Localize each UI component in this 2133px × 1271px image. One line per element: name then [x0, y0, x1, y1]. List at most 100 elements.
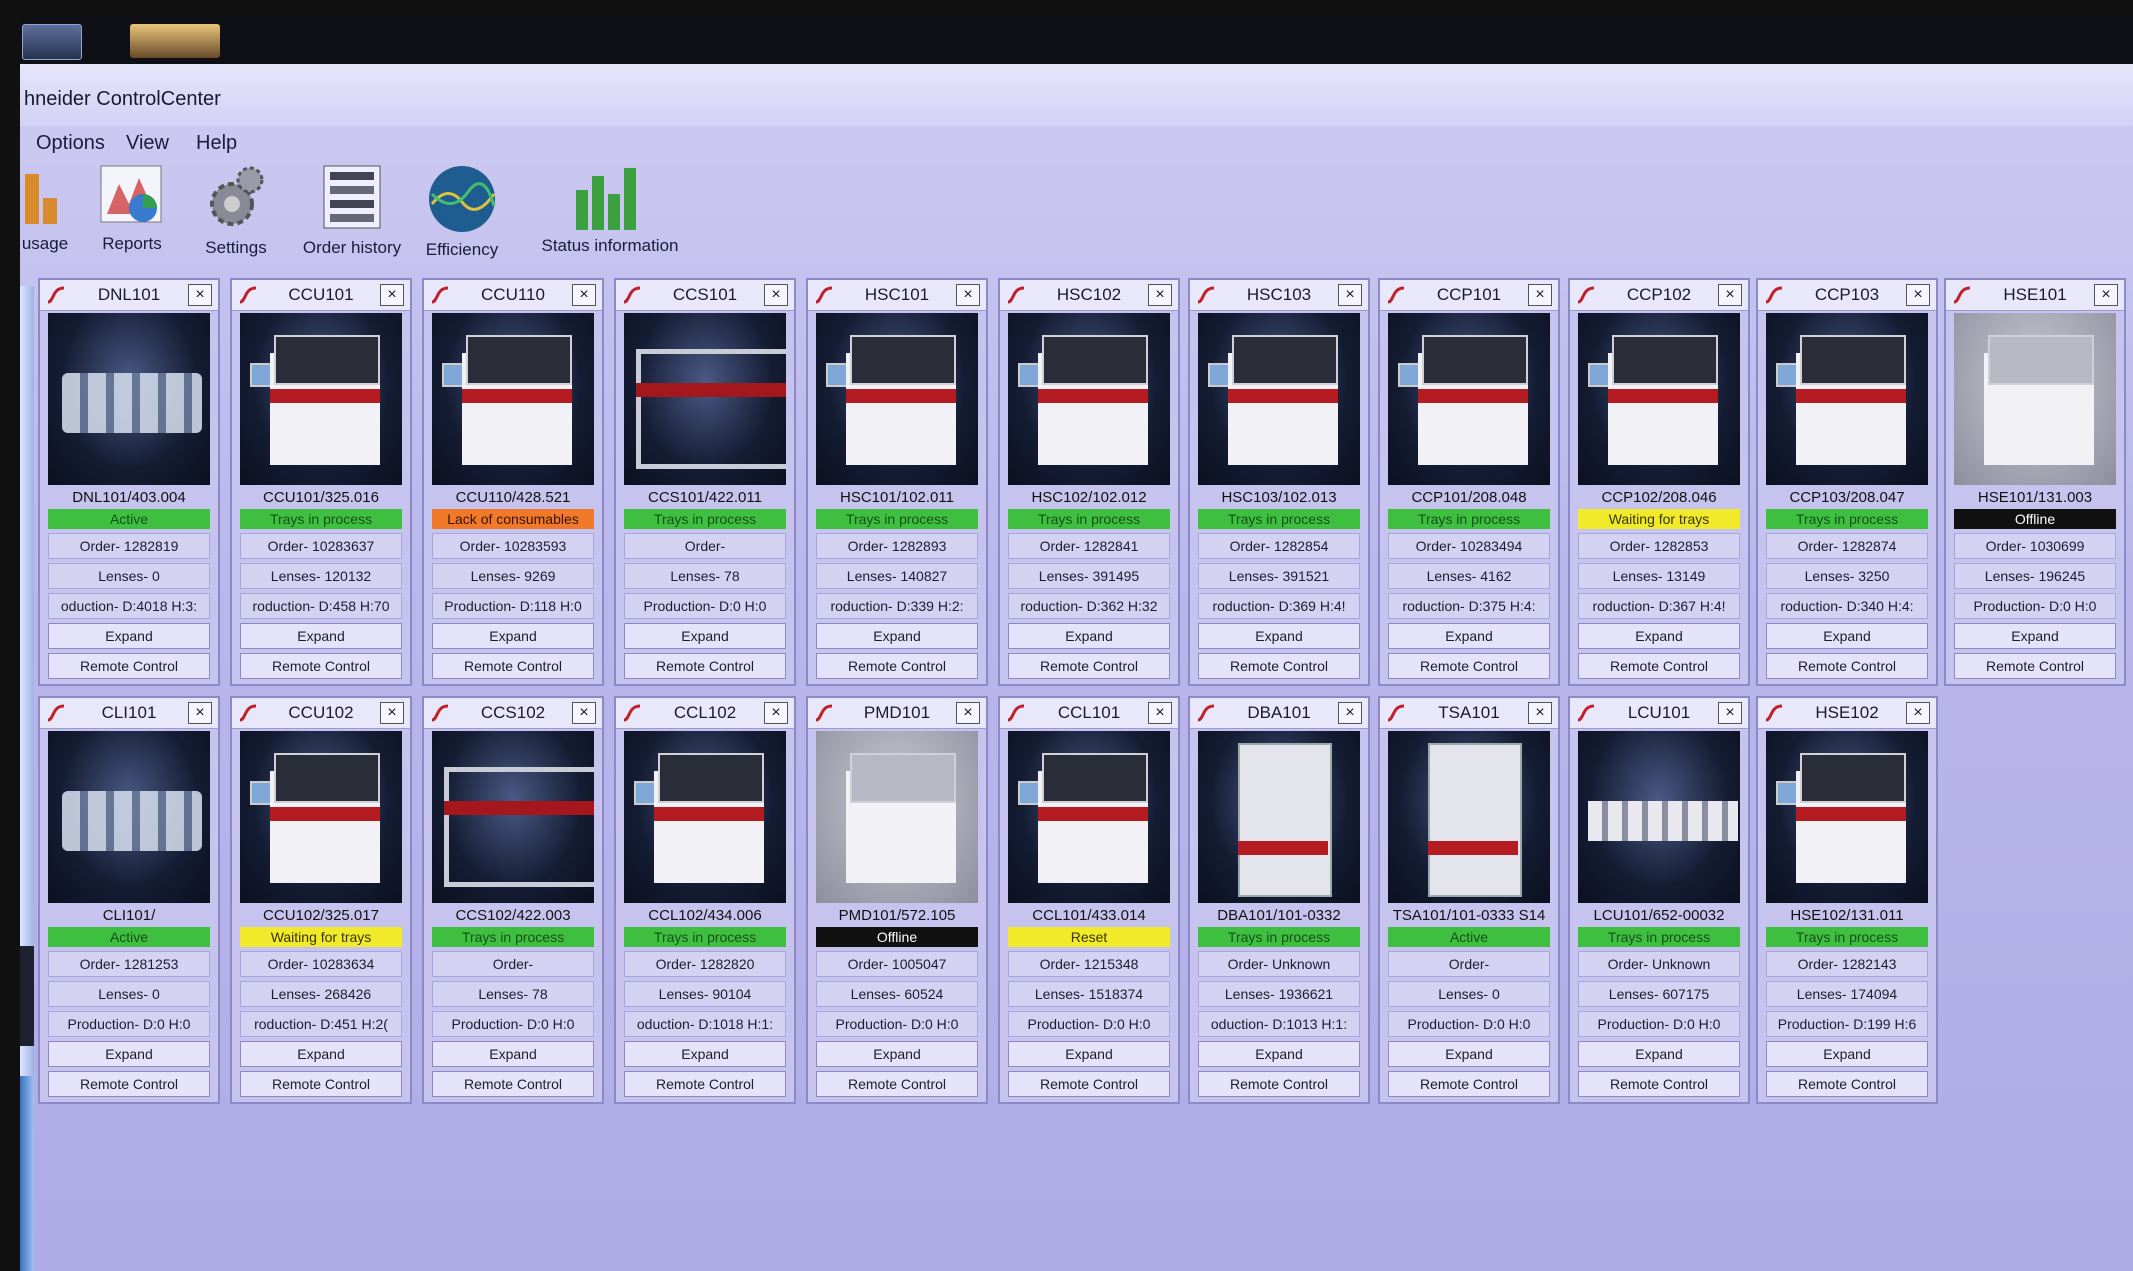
- machine-card-cli101[interactable]: CLI101 × CLI101/Active Order- 1281253 Lenses…: [38, 696, 220, 1104]
- menu-help[interactable]: Help: [188, 128, 245, 159]
- remote-control-button[interactable]: Remote Control: [1388, 1071, 1550, 1097]
- machine-card-ccp103[interactable]: CCP103 × CCP103/208.047 Trays in process Ord…: [1756, 278, 1938, 686]
- close-icon[interactable]: ×: [956, 702, 980, 724]
- tool-order-history[interactable]: Order history: [292, 164, 412, 258]
- close-icon[interactable]: ×: [764, 702, 788, 724]
- close-icon[interactable]: ×: [1528, 284, 1552, 306]
- close-icon[interactable]: ×: [1148, 284, 1172, 306]
- machine-card-ccs101[interactable]: CCS101 × CCS101/422.011 Trays in process Ord…: [614, 278, 796, 686]
- close-icon[interactable]: ×: [188, 284, 212, 306]
- close-icon[interactable]: ×: [1338, 702, 1362, 724]
- tool-efficiency[interactable]: Efficiency: [422, 164, 502, 260]
- machine-card-ccu101[interactable]: CCU101 × CCU101/325.016 Trays in process Ord…: [230, 278, 412, 686]
- expand-button[interactable]: Expand: [1008, 1041, 1170, 1067]
- remote-control-button[interactable]: Remote Control: [1578, 653, 1740, 679]
- remote-control-button[interactable]: Remote Control: [1198, 1071, 1360, 1097]
- machine-card-ccl102[interactable]: CCL102 × CCL102/434.006 Trays in process Ord…: [614, 696, 796, 1104]
- expand-button[interactable]: Expand: [816, 1041, 978, 1067]
- close-icon[interactable]: ×: [188, 702, 212, 724]
- close-icon[interactable]: ×: [1718, 702, 1742, 724]
- expand-button[interactable]: Expand: [48, 623, 210, 649]
- close-icon[interactable]: ×: [1718, 284, 1742, 306]
- close-icon[interactable]: ×: [1148, 702, 1172, 724]
- machine-image: [240, 313, 402, 485]
- desktop-app-icon[interactable]: [22, 24, 82, 60]
- machine-card-hse102[interactable]: HSE102 × HSE102/131.011 Trays in process Ord…: [1756, 696, 1938, 1104]
- machine-card-ccu110[interactable]: CCU110 × CCU110/428.521 Lack of consumables…: [422, 278, 604, 686]
- machine-card-ccp102[interactable]: CCP102 × CCP102/208.046 Waiting for trays Or…: [1568, 278, 1750, 686]
- close-icon[interactable]: ×: [2094, 284, 2118, 306]
- remote-control-button[interactable]: Remote Control: [1008, 653, 1170, 679]
- close-icon[interactable]: ×: [956, 284, 980, 306]
- expand-button[interactable]: Expand: [432, 623, 594, 649]
- remote-control-button[interactable]: Remote Control: [1954, 653, 2116, 679]
- expand-button[interactable]: Expand: [1954, 623, 2116, 649]
- machine-card-dba101[interactable]: DBA101 × DBA101/101-0332 Trays in process Or…: [1188, 696, 1370, 1104]
- remote-control-button[interactable]: Remote Control: [1008, 1071, 1170, 1097]
- tool-status-information[interactable]: Status information: [520, 164, 700, 256]
- menu-options[interactable]: Options: [28, 128, 113, 159]
- expand-button[interactable]: Expand: [1198, 1041, 1360, 1067]
- expand-button[interactable]: Expand: [1766, 1041, 1928, 1067]
- remote-control-button[interactable]: Remote Control: [48, 1071, 210, 1097]
- remote-control-button[interactable]: Remote Control: [240, 653, 402, 679]
- expand-button[interactable]: Expand: [624, 623, 786, 649]
- remote-control-button[interactable]: Remote Control: [1766, 1071, 1928, 1097]
- expand-button[interactable]: Expand: [1578, 623, 1740, 649]
- remote-control-button[interactable]: Remote Control: [1198, 653, 1360, 679]
- close-icon[interactable]: ×: [380, 284, 404, 306]
- remote-control-button[interactable]: Remote Control: [624, 1071, 786, 1097]
- tool-reports[interactable]: Reports: [92, 164, 172, 254]
- machine-name: CCU110: [481, 285, 545, 304]
- desktop-user-icon[interactable]: [130, 24, 220, 58]
- machine-conveyor: [62, 791, 202, 851]
- expand-button[interactable]: Expand: [240, 623, 402, 649]
- machine-card-pmd101[interactable]: PMD101 × PMD101/572.105 Offline Order- 10050…: [806, 696, 988, 1104]
- machine-card-ccp101[interactable]: CCP101 × CCP101/208.048 Trays in process Ord…: [1378, 278, 1560, 686]
- expand-button[interactable]: Expand: [1198, 623, 1360, 649]
- machine-id: HSE102/131.011: [1790, 907, 1904, 924]
- expand-button[interactable]: Expand: [1008, 623, 1170, 649]
- close-icon[interactable]: ×: [1338, 284, 1362, 306]
- machine-card-hsc102[interactable]: HSC102 × HSC102/102.012 Trays in process Ord…: [998, 278, 1180, 686]
- expand-button[interactable]: Expand: [816, 623, 978, 649]
- menu-view[interactable]: View: [118, 128, 177, 159]
- machine-card-hsc101[interactable]: HSC101 × HSC101/102.011 Trays in process Ord…: [806, 278, 988, 686]
- machine-card-ccs102[interactable]: CCS102 × CCS102/422.003 Trays in process Ord…: [422, 696, 604, 1104]
- remote-control-button[interactable]: Remote Control: [624, 653, 786, 679]
- machine-card-hsc103[interactable]: HSC103 × HSC103/102.013 Trays in process Ord…: [1188, 278, 1370, 686]
- expand-button[interactable]: Expand: [624, 1041, 786, 1067]
- tool-settings[interactable]: Settings: [196, 164, 276, 258]
- remote-control-button[interactable]: Remote Control: [240, 1071, 402, 1097]
- close-icon[interactable]: ×: [380, 702, 404, 724]
- expand-button[interactable]: Expand: [1388, 623, 1550, 649]
- expand-button[interactable]: Expand: [1766, 623, 1928, 649]
- close-icon[interactable]: ×: [572, 702, 596, 724]
- close-icon[interactable]: ×: [1528, 702, 1552, 724]
- remote-control-button[interactable]: Remote Control: [48, 653, 210, 679]
- machine-card-dnl101[interactable]: DNL101 × DNL101/403.004 Active Order- 128281…: [38, 278, 220, 686]
- machine-card-lcu101[interactable]: LCU101 × LCU101/652-00032 Trays in process O…: [1568, 696, 1750, 1104]
- close-icon[interactable]: ×: [1906, 284, 1930, 306]
- remote-control-button[interactable]: Remote Control: [432, 1071, 594, 1097]
- tool-usage[interactable]: usage: [20, 164, 70, 254]
- expand-button[interactable]: Expand: [432, 1041, 594, 1067]
- remote-control-button[interactable]: Remote Control: [1388, 653, 1550, 679]
- machine-card-tsa101[interactable]: TSA101 × TSA101/101-0333 S14 Active Order- Le…: [1378, 696, 1560, 1104]
- expand-button[interactable]: Expand: [240, 1041, 402, 1067]
- remote-control-button[interactable]: Remote Control: [816, 653, 978, 679]
- remote-control-button[interactable]: Remote Control: [816, 1071, 978, 1097]
- schneider-logo-icon: [623, 704, 641, 722]
- expand-button[interactable]: Expand: [1388, 1041, 1550, 1067]
- remote-control-button[interactable]: Remote Control: [1766, 653, 1928, 679]
- machine-card-ccu102[interactable]: CCU102 × CCU102/325.017 Waiting for trays Or…: [230, 696, 412, 1104]
- expand-button[interactable]: Expand: [48, 1041, 210, 1067]
- close-icon[interactable]: ×: [572, 284, 596, 306]
- expand-button[interactable]: Expand: [1578, 1041, 1740, 1067]
- close-icon[interactable]: ×: [764, 284, 788, 306]
- remote-control-button[interactable]: Remote Control: [432, 653, 594, 679]
- close-icon[interactable]: ×: [1906, 702, 1930, 724]
- remote-control-button[interactable]: Remote Control: [1578, 1071, 1740, 1097]
- machine-card-ccl101[interactable]: CCL101 × CCL101/433.014 Reset Order- 1215348…: [998, 696, 1180, 1104]
- machine-card-hse101[interactable]: HSE101 × HSE101/131.003 Offline Order- 10306…: [1944, 278, 2126, 686]
